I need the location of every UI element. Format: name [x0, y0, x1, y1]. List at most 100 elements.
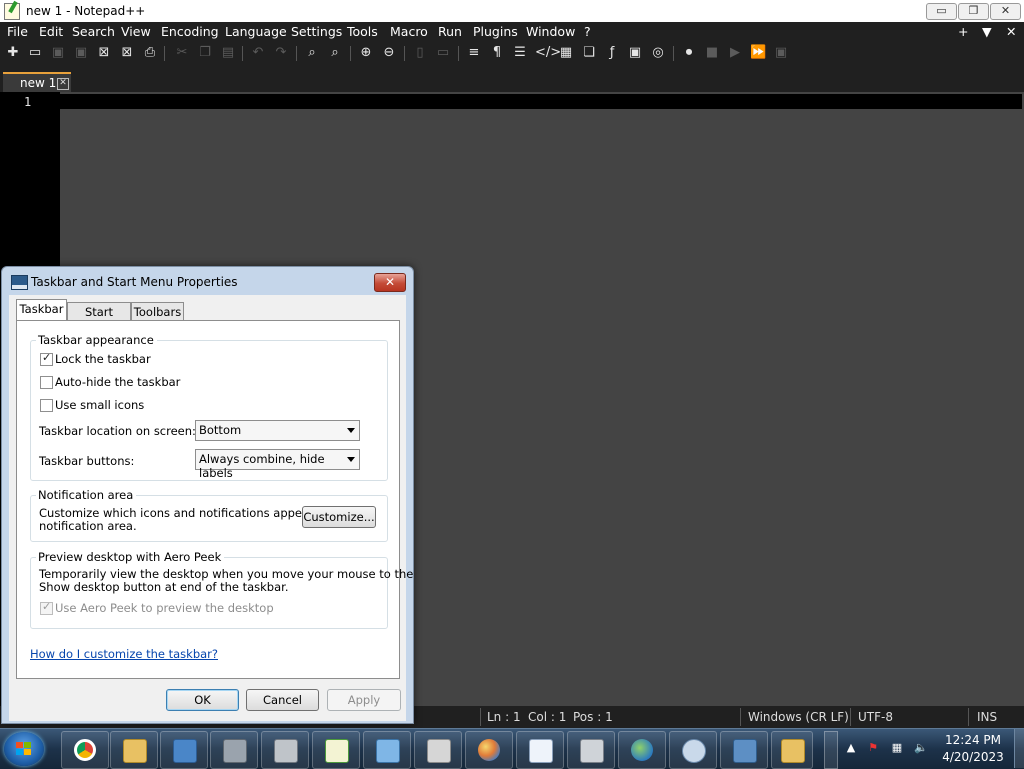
lock-taskbar-label[interactable]: Lock the taskbar	[55, 352, 151, 366]
customize-button[interactable]: Customize...	[302, 506, 376, 528]
run-macro-multiple-icon[interactable]: ⏩	[750, 45, 766, 61]
start-button[interactable]	[4, 732, 44, 766]
dialog-close-button[interactable]: ✕	[374, 273, 406, 292]
save-all-icon[interactable]: ▣	[73, 45, 89, 61]
menu-plugins[interactable]: Plugins	[473, 24, 518, 39]
menu-help[interactable]: ?	[584, 24, 591, 39]
indent-guide-icon[interactable]: ☰	[512, 45, 528, 61]
status-encoding[interactable]: UTF-8	[858, 710, 893, 724]
aero-peek-checkbox[interactable]	[40, 600, 53, 615]
taskbar-notepadpp[interactable]	[312, 731, 360, 769]
cut-icon[interactable]: ✂	[174, 45, 190, 61]
menu-file[interactable]: File	[7, 24, 28, 39]
help-link[interactable]: How do I customize the taskbar?	[30, 647, 218, 661]
taskbar-app-15[interactable]	[771, 731, 813, 769]
taskbar-app-14[interactable]	[720, 731, 768, 769]
close-file-icon[interactable]: ⊠	[96, 45, 112, 61]
xml-tag-icon[interactable]: </>	[535, 45, 561, 61]
undo-icon[interactable]: ↶	[250, 45, 266, 61]
taskbar-buttons-dropdown[interactable]: Always combine, hide labels	[195, 449, 360, 480]
taskbar-paint[interactable]	[465, 731, 513, 769]
zoom-out-icon[interactable]: ⊖	[381, 45, 397, 61]
replace-icon[interactable]: ⌕	[327, 45, 343, 61]
menu-settings[interactable]: Settings	[291, 24, 342, 39]
taskbar-chrome[interactable]	[61, 731, 109, 769]
tray-date[interactable]: 4/20/2023	[940, 750, 1006, 764]
document-tab[interactable]: new 1 ✕	[3, 72, 71, 94]
save-macro-icon[interactable]: ▣	[773, 45, 789, 61]
zoom-in-icon[interactable]: ⊕	[358, 45, 374, 61]
minimize-button[interactable]: ▭	[926, 3, 957, 20]
network-icon[interactable]: ▦	[890, 741, 904, 755]
save-icon[interactable]: ▣	[50, 45, 66, 61]
document-list-icon[interactable]: ❏	[581, 45, 597, 61]
paste-icon[interactable]: ▤	[220, 45, 236, 61]
taskbar-location-dropdown[interactable]: Bottom	[195, 420, 360, 441]
copy-icon[interactable]: ❐	[197, 45, 213, 61]
sync-horizontal-icon[interactable]: ▭	[435, 45, 451, 61]
tab-taskbar[interactable]: Taskbar	[16, 299, 67, 321]
tab-start-menu[interactable]: Start Menu	[67, 302, 131, 337]
tray-time[interactable]: 12:24 PM	[940, 733, 1006, 747]
taskbar-control-panel[interactable]	[160, 731, 208, 769]
small-icons-label[interactable]: Use small icons	[55, 398, 144, 412]
close-button[interactable]: ✕	[990, 3, 1021, 20]
tab-list-dropdown-icon[interactable]: ▼	[982, 24, 992, 39]
aero-peek-checkbox-label[interactable]: Use Aero Peek to preview the desktop	[55, 601, 274, 615]
new-tab-plus-button[interactable]: +	[958, 24, 968, 39]
ok-button[interactable]: OK	[166, 689, 239, 711]
cancel-button[interactable]: Cancel	[246, 689, 319, 711]
menu-language[interactable]: Language	[225, 24, 287, 39]
menu-macro[interactable]: Macro	[390, 24, 428, 39]
find-icon[interactable]: ⌕	[304, 45, 320, 61]
menu-run[interactable]: Run	[438, 24, 462, 39]
lock-taskbar-checkbox[interactable]	[40, 351, 53, 366]
show-all-characters-icon[interactable]: ¶	[489, 45, 505, 61]
taskbar-app-12[interactable]	[618, 731, 666, 769]
taskbar-app-10[interactable]	[516, 731, 564, 769]
auto-hide-label[interactable]: Auto-hide the taskbar	[55, 375, 180, 389]
menu-window[interactable]: Window	[526, 24, 575, 39]
menu-search[interactable]: Search	[72, 24, 115, 39]
action-center-icon[interactable]: ⚑	[866, 741, 880, 755]
taskbar-app-5[interactable]	[261, 731, 309, 769]
tab-toolbars[interactable]: Toolbars	[131, 302, 184, 321]
taskbar-scroll[interactable]	[824, 731, 838, 769]
folder-as-workspace-icon[interactable]: ▣	[627, 45, 643, 61]
print-icon[interactable]: ⎙	[142, 45, 158, 61]
taskbar-app-4[interactable]	[210, 731, 258, 769]
menu-encoding[interactable]: Encoding	[161, 24, 219, 39]
show-desktop-button[interactable]	[1014, 729, 1024, 768]
menu-tools[interactable]: Tools	[347, 24, 378, 39]
status-eol-format[interactable]: Windows (CR LF)	[748, 710, 849, 724]
dialog-title-bar[interactable]: Taskbar and Start Menu Properties ✕	[2, 267, 413, 295]
taskbar-app-11[interactable]	[567, 731, 615, 769]
volume-muted-icon[interactable]: 🔈	[914, 741, 928, 755]
status-insert-mode[interactable]: INS	[977, 710, 997, 724]
taskbar-explorer[interactable]	[110, 731, 158, 769]
close-all-icon[interactable]: ⊠	[119, 45, 135, 61]
auto-hide-checkbox[interactable]	[40, 376, 53, 389]
menu-edit[interactable]: Edit	[39, 24, 63, 39]
redo-icon[interactable]: ↷	[273, 45, 289, 61]
show-hidden-icons-button[interactable]: ▲	[844, 741, 858, 755]
function-list-icon[interactable]: ƒ	[604, 45, 620, 61]
sync-vertical-icon[interactable]: ▯	[412, 45, 428, 61]
record-macro-icon[interactable]: ⏺	[681, 45, 697, 61]
maximize-button[interactable]: ❐	[958, 3, 989, 20]
menu-view[interactable]: View	[121, 24, 151, 39]
apply-button[interactable]: Apply	[327, 689, 401, 711]
monitoring-icon[interactable]: ◎	[650, 45, 666, 61]
document-map-icon[interactable]: ▦	[558, 45, 574, 61]
stop-recording-icon[interactable]: ■	[704, 45, 720, 61]
tab-close-icon[interactable]: ✕	[57, 78, 69, 90]
play-macro-icon[interactable]: ▶	[727, 45, 743, 61]
close-document-icon[interactable]: ✕	[1006, 24, 1016, 39]
small-icons-checkbox[interactable]	[40, 399, 53, 412]
taskbar-app-8[interactable]	[414, 731, 462, 769]
open-file-icon[interactable]: ▭	[27, 45, 43, 61]
taskbar-app-7[interactable]	[363, 731, 411, 769]
taskbar-app-13[interactable]	[669, 731, 717, 769]
new-file-icon[interactable]: ✚	[5, 45, 21, 61]
word-wrap-icon[interactable]: ≡	[466, 45, 482, 61]
